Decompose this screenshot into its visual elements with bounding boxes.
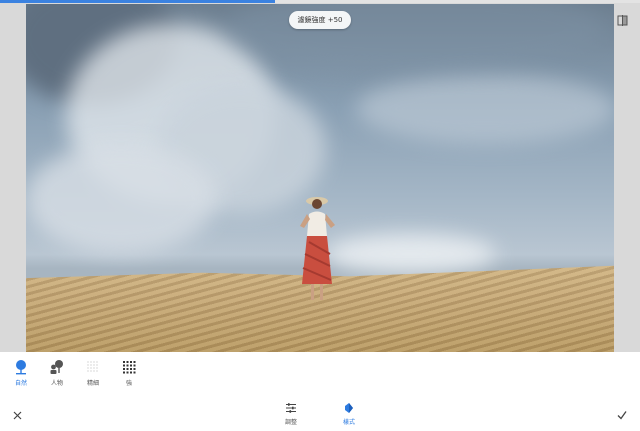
- check-icon[interactable]: [617, 410, 627, 420]
- style-preset-natural[interactable]: 自然: [3, 356, 39, 387]
- style-preset-label: 自然: [14, 380, 27, 387]
- style-preset-label: 精細: [86, 380, 99, 387]
- compare-icon[interactable]: [617, 15, 628, 26]
- close-icon[interactable]: [13, 411, 22, 420]
- cloud-shape: [356, 74, 614, 144]
- cloud-shape: [326, 234, 496, 274]
- style-preset-portrait[interactable]: 人物: [39, 356, 75, 387]
- strong-icon: [123, 361, 136, 374]
- tab-adjust[interactable]: 調整: [276, 402, 306, 426]
- fine-icon: [87, 361, 98, 372]
- tab-styles[interactable]: 樣式: [334, 402, 364, 426]
- style-preset-fine[interactable]: 精細: [75, 356, 111, 387]
- style-preset-label: 強: [125, 380, 132, 387]
- cloud-shape: [26, 144, 216, 254]
- style-preset-strong[interactable]: 強: [111, 356, 147, 387]
- image-canvas[interactable]: 濾鏡強度 +50: [0, 3, 640, 352]
- photo-preview[interactable]: [26, 4, 614, 352]
- bottom-toolbar: 調整 樣式: [0, 396, 640, 431]
- style-preset-label: 人物: [50, 380, 63, 387]
- style-icon: [345, 403, 353, 413]
- woman-figure: [300, 197, 335, 300]
- cloud-shape: [226, 4, 606, 74]
- tune-icon: [286, 403, 296, 413]
- tab-label: 調整: [284, 419, 297, 426]
- tab-label: 樣式: [342, 419, 355, 426]
- natural-icon: [16, 360, 26, 375]
- filter-strength-badge: 濾鏡強度 +50: [289, 11, 351, 29]
- style-presets: 自然 人物 精細 強: [0, 356, 640, 394]
- portrait-icon: [50, 360, 63, 374]
